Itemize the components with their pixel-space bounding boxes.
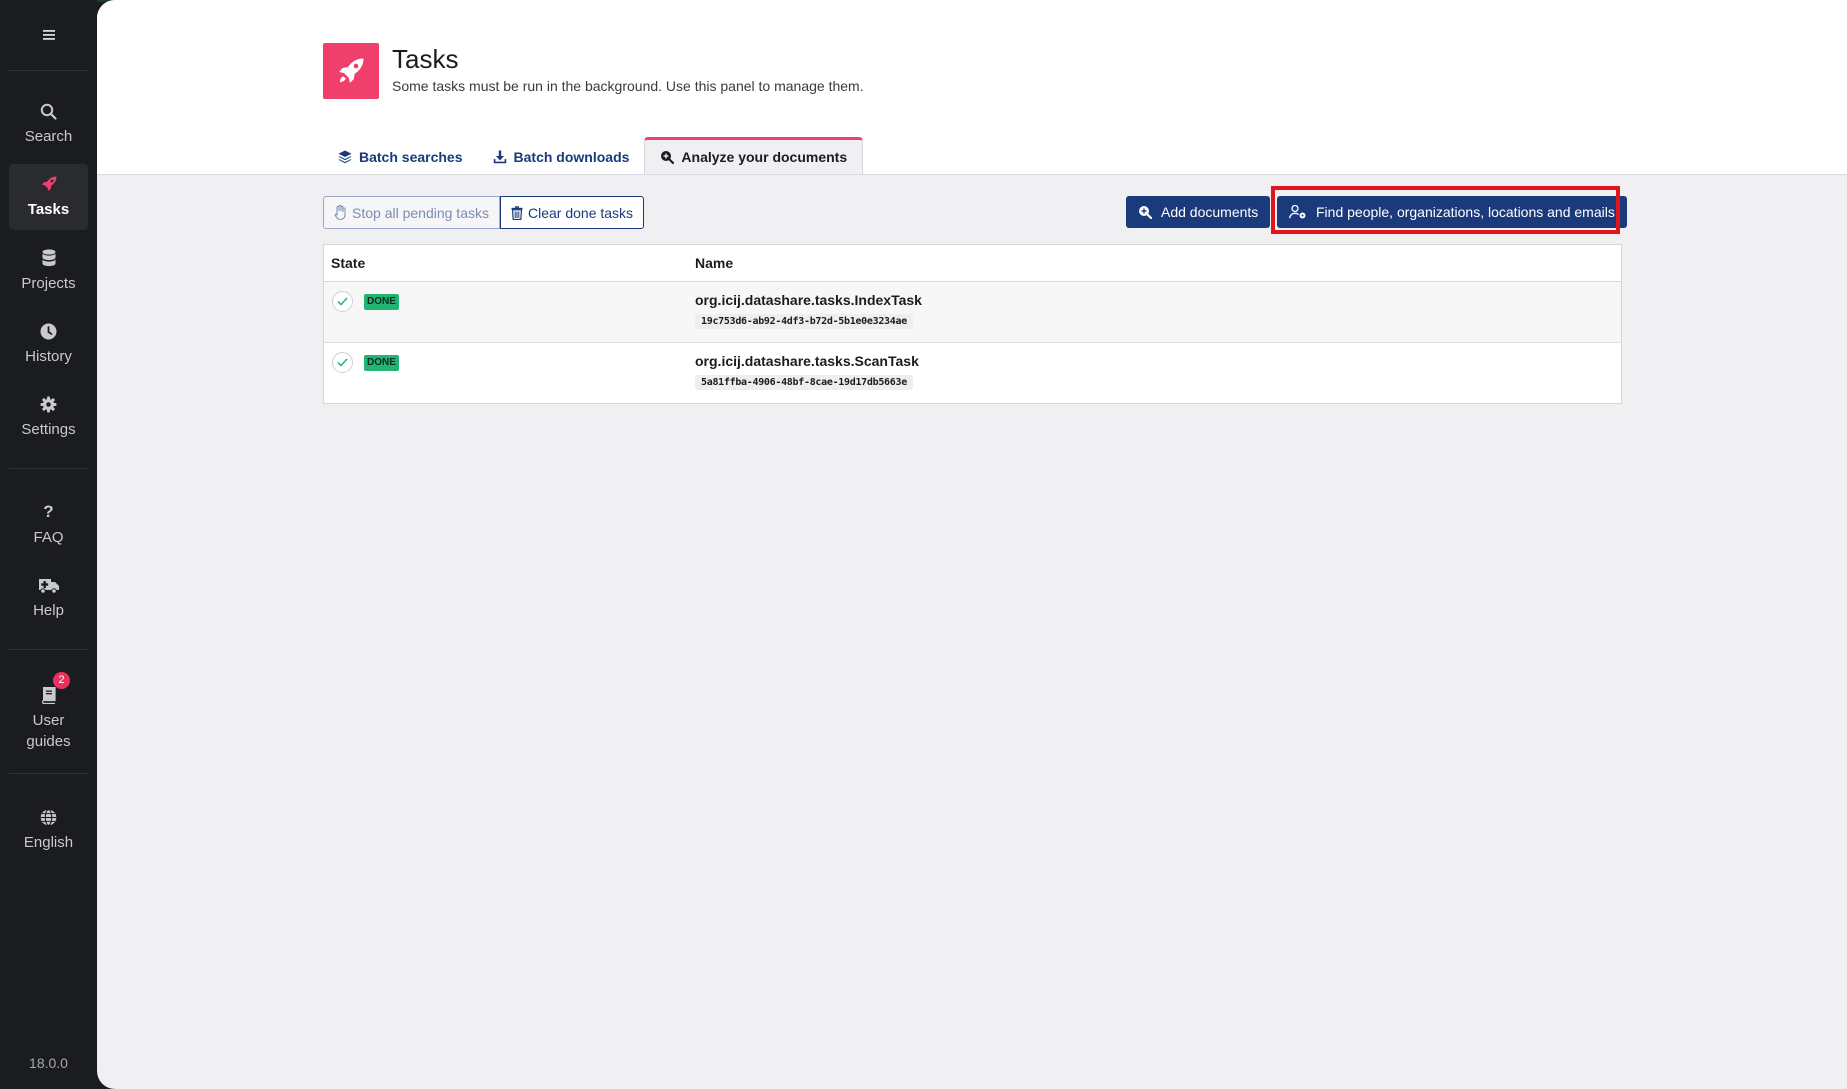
tasks-logo (323, 43, 379, 99)
task-name: org.icij.datashare.tasks.ScanTask (695, 353, 919, 369)
question-icon: ? (43, 502, 54, 521)
tabs: Batch searches Batch downloads Analyze y… (323, 137, 864, 175)
check-icon (332, 352, 353, 373)
page-title: Tasks (392, 44, 459, 74)
sidebar-item-user-guides[interactable]: 2 User guides (9, 672, 88, 754)
task-id: 19c753d6-ab92-4df3-b72d-5b1e0e3234ae (695, 314, 913, 329)
tab-label: Batch downloads (513, 149, 630, 165)
sidebar-item-language[interactable]: English (9, 806, 88, 862)
sidebar-item-label: User guides (26, 712, 71, 750)
search-plus-icon (660, 150, 675, 164)
sidebar-item-label: English (23, 834, 74, 851)
globe-icon (9, 806, 88, 828)
download-icon (493, 150, 507, 164)
column-header-name: Name (695, 255, 734, 271)
app-version: 18.0.0 (29, 1055, 68, 1071)
sidebar-divider (9, 649, 88, 650)
sidebar-item-search[interactable]: Search (9, 100, 88, 156)
search-plus-icon (1138, 205, 1152, 219)
sidebar-item-label: Tasks (27, 201, 70, 218)
hand-icon (334, 205, 347, 220)
sidebar-item-help[interactable]: Help (9, 574, 88, 630)
sidebar-item-label: FAQ (33, 529, 64, 546)
sidebar-item-history[interactable]: History (9, 320, 88, 376)
add-documents-button[interactable]: Add documents (1126, 196, 1271, 228)
notification-badge: 2 (53, 672, 70, 689)
stop-pending-tasks-button[interactable]: Stop all pending tasks (323, 196, 500, 229)
book-icon: 2 (9, 672, 88, 706)
ambulance-icon (9, 574, 88, 596)
sidebar-item-label: Help (33, 602, 64, 619)
clear-done-tasks-label: Clear done tasks (527, 204, 634, 221)
task-actions-group: Stop all pending tasks Clear done tasks (323, 196, 645, 229)
search-icon (9, 100, 88, 122)
sidebar-divider (9, 773, 88, 774)
rocket-icon (339, 58, 364, 83)
hamburger-icon (9, 24, 88, 46)
task-name: org.icij.datashare.tasks.IndexTask (695, 292, 922, 308)
status-badge: DONE (364, 294, 399, 310)
check-icon (332, 291, 353, 312)
clear-done-tasks-button[interactable]: Clear done tasks (499, 196, 645, 229)
sidebar-item-settings[interactable]: Settings (9, 393, 88, 449)
main-panel: Tasks Some tasks must be run in the back… (97, 0, 1847, 1089)
table-row[interactable]: DONE org.icij.datashare.tasks.ScanTask 5… (324, 343, 1621, 403)
sidebar-divider (9, 468, 88, 469)
highlight-box (1271, 186, 1620, 234)
tab-batch-searches[interactable]: Batch searches (323, 140, 478, 174)
trash-icon (511, 205, 523, 220)
sidebar-item-projects[interactable]: Projects (9, 247, 88, 303)
rocket-icon (9, 173, 88, 195)
menu-toggle-button[interactable] (9, 24, 88, 46)
layers-icon (338, 150, 352, 164)
page-subtitle: Some tasks must be run in the background… (392, 78, 864, 94)
task-id: 5a81ffba-4906-48bf-8cae-19d17db5663e (695, 375, 913, 390)
sidebar: Search Tasks Projects History Settings ?… (0, 0, 97, 1089)
sidebar-item-label: Settings (21, 421, 76, 438)
sidebar-item-label: History (25, 348, 72, 365)
tab-label: Analyze your documents (681, 149, 848, 165)
stop-pending-tasks-label: Stop all pending tasks (352, 204, 489, 221)
add-documents-label: Add documents (1161, 204, 1259, 220)
column-header-state: State (331, 255, 366, 271)
clock-icon (9, 320, 88, 342)
sidebar-item-faq[interactable]: ? FAQ (9, 501, 88, 557)
status-badge: DONE (364, 355, 399, 371)
tasks-table: State Name DONE org.icij.datashare.tasks… (323, 244, 1622, 404)
page-header: Tasks Some tasks must be run in the back… (97, 0, 1847, 175)
tab-batch-downloads[interactable]: Batch downloads (478, 140, 645, 174)
table-row[interactable]: DONE org.icij.datashare.tasks.IndexTask … (324, 282, 1621, 343)
database-icon (9, 247, 88, 269)
gear-icon (9, 393, 88, 415)
table-header: State Name (324, 245, 1621, 282)
tab-analyze-documents[interactable]: Analyze your documents (644, 137, 864, 174)
sidebar-item-tasks[interactable]: Tasks (9, 164, 88, 230)
sidebar-item-label: Projects (21, 275, 76, 292)
sidebar-item-label: Search (24, 128, 73, 145)
tab-label: Batch searches (359, 149, 463, 165)
sidebar-divider (9, 70, 88, 71)
